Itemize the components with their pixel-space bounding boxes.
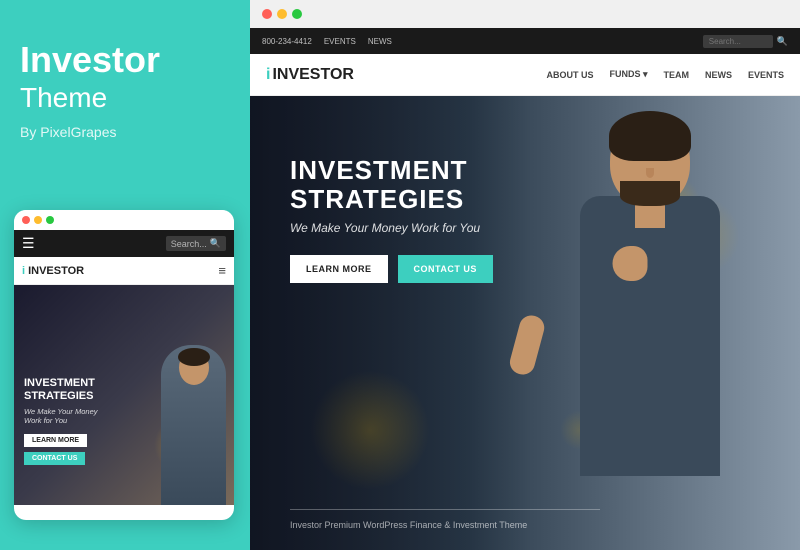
hero-person-hand — [613, 246, 648, 281]
mobile-hero-tagline: We Make Your MoneyWork for You — [24, 407, 154, 427]
mobile-hero-content: INVESTMENTSTRATEGIES We Make Your MoneyW… — [24, 377, 154, 465]
mobile-logo: i INVESTOR — [22, 265, 84, 277]
desktop-topbar-left: 800-234-4412 EVENTS NEWS — [262, 37, 392, 46]
hero-learn-more-button[interactable]: LEARN MORE — [290, 255, 388, 283]
desktop-logo: i INVESTOR — [266, 66, 354, 84]
desktop-search-button[interactable]: 🔍 — [777, 36, 788, 47]
theme-author: By PixelGrapes — [20, 124, 228, 140]
mobile-dot-green — [46, 216, 54, 224]
desktop-dot-green — [292, 9, 302, 19]
desktop-mockup: 800-234-4412 EVENTS NEWS 🔍 i INVESTOR AB… — [250, 0, 800, 550]
hero-footer-label: Investor Premium WordPress Finance & Inv… — [290, 520, 600, 530]
mobile-hamburger-icon[interactable]: ☰ — [22, 235, 35, 252]
left-panel: Investor Theme By PixelGrapes ☰ Search..… — [0, 0, 248, 550]
desktop-search-input[interactable] — [703, 35, 773, 48]
hero-person-body — [580, 196, 720, 476]
hero-buttons: LEARN MORE CONTACT US — [290, 255, 493, 283]
mobile-logo-i: i — [22, 265, 25, 277]
hero-tagline: We Make Your Money Work for You — [290, 221, 493, 235]
mobile-contact-us-button[interactable]: CONTACT US — [24, 452, 85, 465]
desktop-dot-red — [262, 9, 272, 19]
desktop-logo-i: i — [266, 66, 270, 84]
hero-person-beard — [620, 181, 680, 206]
mobile-search-icon: 🔍 — [210, 238, 221, 249]
hero-title-line2: STRATEGIES — [290, 184, 464, 214]
hero-title: INVESTMENT STRATEGIES — [290, 156, 493, 213]
desktop-search-wrap[interactable]: 🔍 — [703, 35, 788, 48]
desktop-nav-team[interactable]: TEAM — [663, 70, 689, 80]
mobile-search-placeholder: Search... — [171, 239, 207, 249]
mobile-window-controls — [14, 210, 234, 230]
desktop-phone: 800-234-4412 — [262, 37, 312, 46]
mobile-nav-toggle-icon[interactable]: ≡ — [218, 263, 226, 278]
mobile-person-hair — [178, 348, 210, 366]
desktop-topnav-events[interactable]: EVENTS — [324, 37, 356, 46]
desktop-window-controls — [250, 0, 800, 28]
mobile-person-body — [161, 345, 226, 505]
desktop-nav-funds[interactable]: FUNDS ▾ — [609, 69, 647, 80]
hero-divider — [290, 509, 600, 510]
desktop-hero: INVESTMENT STRATEGIES We Make Your Money… — [250, 96, 800, 550]
mobile-topbar: ☰ Search... 🔍 — [14, 230, 234, 257]
desktop-logo-text: INVESTOR — [272, 66, 354, 84]
mobile-dot-red — [22, 216, 30, 224]
mobile-dot-yellow — [34, 216, 42, 224]
hero-contact-us-button[interactable]: CONTACT US — [398, 255, 493, 283]
hero-content: INVESTMENT STRATEGIES We Make Your Money… — [290, 156, 493, 283]
mobile-logo-text: INVESTOR — [28, 265, 84, 277]
desktop-nav-events[interactable]: EVENTS — [748, 70, 784, 80]
desktop-nav-news[interactable]: NEWS — [705, 70, 732, 80]
hero-footer: Investor Premium WordPress Finance & Inv… — [290, 509, 600, 530]
desktop-topnav-news[interactable]: NEWS — [368, 37, 392, 46]
theme-title: Investor — [20, 40, 228, 80]
mobile-navbar: i INVESTOR ≡ — [14, 257, 234, 285]
mobile-mockup: ☰ Search... 🔍 i INVESTOR ≡ INVESTMENTSTR… — [14, 210, 234, 520]
mobile-hero-title: INVESTMENTSTRATEGIES — [24, 377, 154, 403]
desktop-nav-links: ABOUT US FUNDS ▾ TEAM NEWS EVENTS — [546, 69, 784, 80]
mobile-search-box[interactable]: Search... 🔍 — [166, 236, 226, 251]
hero-person-hair — [609, 111, 691, 161]
desktop-dot-yellow — [277, 9, 287, 19]
desktop-nav-about[interactable]: ABOUT US — [546, 70, 593, 80]
desktop-topbar: 800-234-4412 EVENTS NEWS 🔍 — [250, 28, 800, 54]
mobile-hero: INVESTMENTSTRATEGIES We Make Your MoneyW… — [14, 285, 234, 505]
theme-subtitle: Theme — [20, 82, 228, 114]
mobile-learn-more-button[interactable]: LEARN MORE — [24, 434, 87, 447]
hero-title-line1: INVESTMENT — [290, 155, 468, 185]
desktop-navbar: i INVESTOR ABOUT US FUNDS ▾ TEAM NEWS EV… — [250, 54, 800, 96]
hero-person — [520, 96, 780, 546]
hero-bokeh-1 — [310, 370, 430, 490]
